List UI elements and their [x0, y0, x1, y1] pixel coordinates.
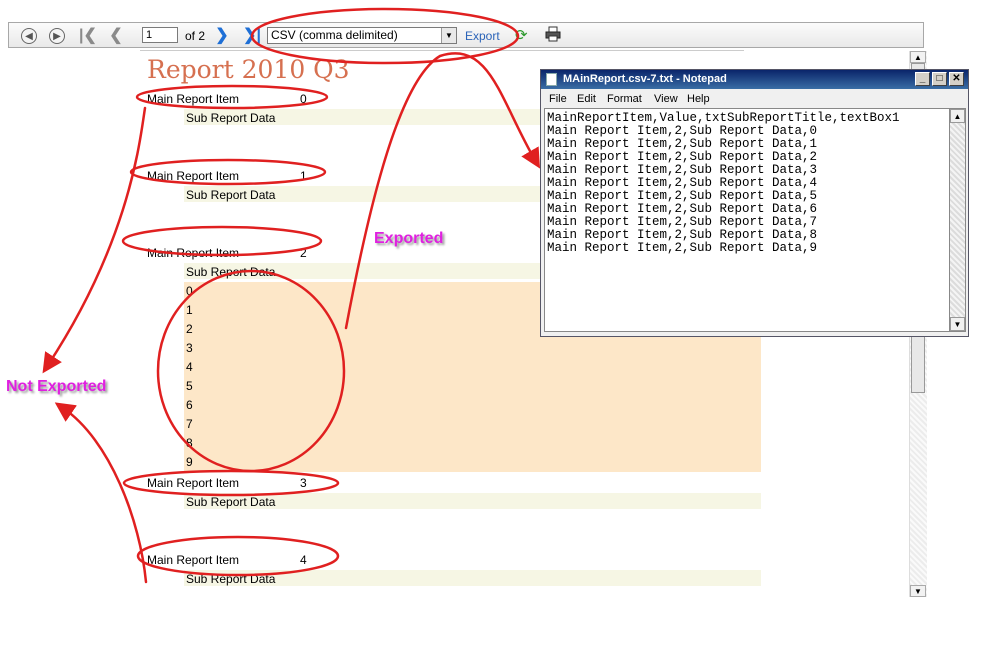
not-exported-annotation: Not Exported — [6, 378, 107, 395]
next-page-icon[interactable]: ❯ — [215, 26, 229, 44]
sub-report-label: Sub Report Data — [186, 188, 276, 202]
menu-format[interactable]: Format — [607, 93, 642, 105]
scroll-up-icon[interactable]: ▲ — [910, 51, 926, 63]
exported-annotation: Exported — [374, 230, 444, 247]
main-report-item-label: Main Report Item — [147, 476, 240, 490]
menu-edit[interactable]: Edit — [577, 93, 596, 105]
not-exported-arrow-upper — [42, 106, 147, 374]
main-report-item-value: 4 — [300, 553, 307, 567]
scroll-down-icon[interactable]: ▼ — [910, 585, 926, 597]
maximize-icon[interactable]: □ — [932, 72, 947, 86]
scroll-down-icon[interactable]: ▼ — [950, 317, 965, 331]
export-format-value: CSV (comma delimited) — [271, 28, 398, 42]
detail-number: 5 — [186, 379, 193, 393]
main-report-item-value: 1 — [300, 169, 307, 183]
detail-number: 2 — [186, 322, 193, 336]
chevron-down-icon[interactable]: ▼ — [441, 28, 456, 43]
sub-report-label: Sub Report Data — [186, 572, 276, 586]
main-report-item-value: 2 — [300, 246, 307, 260]
not-exported-arrow-lower — [54, 402, 148, 584]
page-count-label: of 2 — [185, 29, 206, 43]
detail-number: 9 — [186, 455, 193, 469]
report-title: Report 2010 Q3 — [147, 55, 350, 84]
sub-report-label: Sub Report Data — [186, 111, 276, 125]
export-format-select[interactable]: CSV (comma delimited) ▼ — [267, 27, 457, 44]
detail-number: 1 — [186, 303, 193, 317]
detail-number: 8 — [186, 436, 193, 450]
close-icon[interactable]: ✕ — [949, 72, 964, 86]
main-report-item-label: Main Report Item — [147, 553, 240, 567]
notepad-text-area[interactable]: MainReportItem,Value,txtSubReportTitle,t… — [544, 108, 950, 332]
previous-page-icon[interactable]: ❮ — [109, 26, 123, 44]
detail-number: 6 — [186, 398, 193, 412]
menu-view[interactable]: View — [654, 93, 678, 105]
main-report-item-value: 0 — [300, 92, 307, 106]
detail-number: 0 — [186, 284, 193, 298]
notepad-icon — [546, 73, 557, 86]
sub-report-label: Sub Report Data — [186, 495, 276, 509]
minimize-icon[interactable]: _ — [915, 72, 930, 86]
report-divider — [140, 50, 744, 51]
main-report-item-label: Main Report Item — [147, 169, 240, 183]
export-link[interactable]: Export — [465, 29, 500, 43]
notepad-menu-bar: File Edit Format View Help — [541, 90, 968, 108]
last-page-icon[interactable]: ❯| — [243, 26, 261, 44]
page-number-input[interactable] — [142, 27, 178, 43]
print-icon[interactable] — [545, 26, 561, 42]
scroll-up-icon[interactable]: ▲ — [950, 109, 965, 123]
notepad-title-bar[interactable]: MAinReport.csv-7.txt - Notepad _ □ ✕ — [541, 70, 968, 89]
first-page-icon[interactable]: |❮ — [79, 26, 97, 44]
menu-help[interactable]: Help — [687, 93, 710, 105]
forward-icon[interactable]: ▶ — [49, 28, 65, 44]
main-report-item-label: Main Report Item — [147, 246, 240, 260]
detail-number: 4 — [186, 360, 193, 374]
refresh-icon[interactable]: ⟳ — [515, 26, 528, 44]
back-icon[interactable]: ◀ — [21, 28, 37, 44]
notepad-scrollbar[interactable]: ▲ ▼ — [949, 108, 966, 332]
main-report-item-label: Main Report Item — [147, 92, 240, 106]
main-report-item-value: 3 — [300, 476, 307, 490]
report-viewer-toolbar: ◀ ▶ |❮ ❮ of 2 ❯ ❯| CSV (comma delimited)… — [8, 22, 924, 48]
sub-report-label: Sub Report Data — [186, 265, 276, 279]
menu-file[interactable]: File — [549, 93, 567, 105]
notepad-title: MAinReport.csv-7.txt - Notepad — [563, 73, 727, 85]
detail-number: 3 — [186, 341, 193, 355]
notepad-window: MAinReport.csv-7.txt - Notepad _ □ ✕ Fil… — [540, 69, 969, 337]
csv-line: Main Report Item,2,Sub Report Data,9 — [547, 241, 818, 255]
detail-number: 7 — [186, 417, 193, 431]
